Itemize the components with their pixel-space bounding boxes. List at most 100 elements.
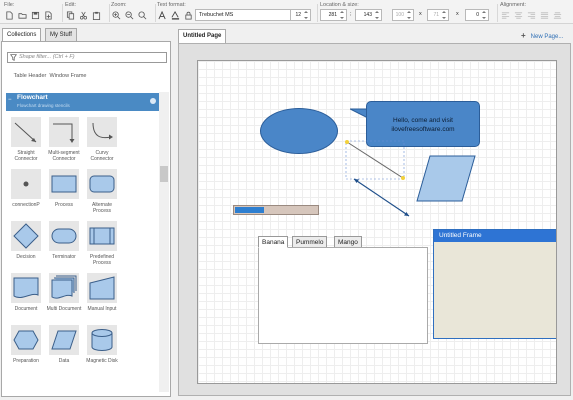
stencil-table-header[interactable]: Table Header xyxy=(10,73,50,80)
spinner-icon[interactable] xyxy=(441,11,447,19)
x-position-value: 281 xyxy=(328,12,337,18)
stencil-label: connectionP xyxy=(12,202,40,208)
stencil-data[interactable]: Data xyxy=(46,325,82,364)
shape-filter-placeholder: Shape filter... (Ctrl + F) xyxy=(19,54,75,60)
x-position-input[interactable]: 281 xyxy=(320,9,347,21)
tab-collections[interactable]: Collections xyxy=(2,28,42,42)
stencil-list: Table Header Window Frame − Flowchart Fl… xyxy=(4,67,159,397)
frame-title: Untitled Frame xyxy=(434,230,556,242)
align-right-icon xyxy=(527,12,535,19)
text-format-label: Text format: xyxy=(157,2,186,8)
height-input[interactable]: 71 xyxy=(427,9,449,21)
spinner-icon[interactable] xyxy=(406,11,412,19)
zoom-fit-button[interactable] xyxy=(137,10,147,21)
stencil-label: Decision xyxy=(16,254,36,260)
align-center-icon xyxy=(514,12,522,19)
stencil-multi-document[interactable]: Multi Document xyxy=(46,273,82,312)
save-button[interactable] xyxy=(30,10,40,21)
y-position-value: 143 xyxy=(363,12,372,18)
double-arrow-connector xyxy=(353,178,410,217)
stencil-label: Predefined Process xyxy=(89,254,115,266)
separator xyxy=(109,4,110,22)
new-file-button[interactable] xyxy=(4,10,14,21)
y-position-input[interactable]: 143 xyxy=(355,9,382,21)
lock-icon xyxy=(184,11,192,20)
align-center-button[interactable] xyxy=(513,10,523,21)
stencil-document[interactable]: Document xyxy=(8,273,44,312)
drawing-canvas[interactable]: Hello, come and visit ilovefreesoftware.… xyxy=(197,60,557,384)
stencil-label: Document xyxy=(14,306,38,312)
scrollbar-thumb[interactable] xyxy=(160,166,168,182)
spinner-icon[interactable] xyxy=(339,11,345,19)
zoom-in-button[interactable] xyxy=(111,10,121,21)
alignment-group: Alignment: xyxy=(500,2,570,24)
flowchart-section-header[interactable]: − Flowchart Flowchart drawing stencils xyxy=(6,93,159,111)
export-button[interactable] xyxy=(43,10,53,21)
parallelogram-shape[interactable] xyxy=(416,155,476,203)
stencil-preparation[interactable]: Preparation xyxy=(8,325,44,364)
progress-bar xyxy=(233,205,319,215)
stencil-multi-segment-connector[interactable]: Multi-segment Connector xyxy=(46,117,82,162)
stencil-connection-point[interactable]: connectionP xyxy=(8,169,44,208)
stencil-terminator[interactable]: Terminator xyxy=(46,221,82,260)
stencil-predefined-process[interactable]: Predefined Process xyxy=(84,221,120,266)
file-group-label: File: xyxy=(4,2,15,8)
stencil-decision[interactable]: Decision xyxy=(8,221,44,260)
multi-document-icon xyxy=(49,273,79,303)
font-size-input[interactable]: 12 xyxy=(290,9,311,21)
stencil-manual-input[interactable]: Manual Input xyxy=(84,273,120,312)
paste-button[interactable] xyxy=(91,10,101,21)
copy-button[interactable] xyxy=(65,10,75,21)
stencil-straight-connector[interactable]: Straight Connector xyxy=(8,117,44,162)
separator xyxy=(317,4,318,22)
stencil-label: Preparation xyxy=(13,358,39,364)
stencil-magnetic-disk[interactable]: Magnetic Disk xyxy=(84,325,120,364)
stencil-label: Data xyxy=(58,358,70,364)
angle-input[interactable]: 0 xyxy=(465,9,489,21)
stencil-process[interactable]: Process xyxy=(46,169,82,208)
align-top-button[interactable] xyxy=(539,10,549,21)
lock-button[interactable] xyxy=(183,10,193,21)
align-left-icon xyxy=(501,12,509,19)
section-title: Flowchart xyxy=(17,94,48,101)
align-middle-button[interactable] xyxy=(552,10,562,21)
width-input[interactable]: 100 xyxy=(392,9,414,21)
stencil-alternate-process[interactable]: Alternate Process xyxy=(84,169,120,214)
zoom-out-button[interactable] xyxy=(124,10,134,21)
zoom-group-label: Zoom: xyxy=(111,2,127,8)
zoom-group: Zoom: xyxy=(111,2,156,24)
zoom-in-icon xyxy=(111,11,120,20)
open-file-button[interactable] xyxy=(17,10,27,21)
spinner-icon[interactable] xyxy=(374,11,380,19)
text-style-button[interactable] xyxy=(157,10,167,21)
font-size-value: 12 xyxy=(295,12,301,18)
angle-value: 0 xyxy=(476,12,479,18)
cut-button[interactable] xyxy=(78,10,88,21)
font-family-select[interactable]: Trebuchet MS xyxy=(195,9,301,21)
collapse-icon[interactable]: − xyxy=(8,97,12,103)
shape-filter-input[interactable]: Shape filter... (Ctrl + F) xyxy=(7,52,167,63)
close-section-icon[interactable] xyxy=(150,98,156,104)
preparation-icon xyxy=(11,325,41,355)
stencil-window-frame[interactable]: Window Frame xyxy=(48,73,88,80)
stencil-curvy-connector[interactable]: Curvy Connector xyxy=(84,117,120,162)
stencil-scrollbar[interactable] xyxy=(159,92,169,392)
text-color-button[interactable] xyxy=(170,10,180,21)
copy-icon xyxy=(66,11,74,20)
height-value: 71 xyxy=(433,12,439,18)
multi-segment-connector-icon xyxy=(49,117,79,147)
predefined-process-icon xyxy=(87,221,117,251)
tab-banana[interactable]: Banana xyxy=(258,236,289,248)
new-page-button[interactable]: + New Page... xyxy=(521,31,563,40)
section-subtitle: Flowchart drawing stencils xyxy=(17,103,70,108)
edit-group: Edit: xyxy=(65,2,110,24)
file-group: File: xyxy=(4,2,63,24)
tab-my-stuff[interactable]: My Stuff xyxy=(45,28,77,41)
window-frame-shape[interactable]: Untitled Frame xyxy=(433,229,556,339)
align-right-button[interactable] xyxy=(526,10,536,21)
align-left-button[interactable] xyxy=(500,10,510,21)
stencil-label: Terminator xyxy=(52,254,76,260)
spinner-icon[interactable] xyxy=(303,11,309,19)
tab-untitled-page[interactable]: Untitled Page xyxy=(178,29,227,43)
spinner-icon[interactable] xyxy=(481,11,487,19)
